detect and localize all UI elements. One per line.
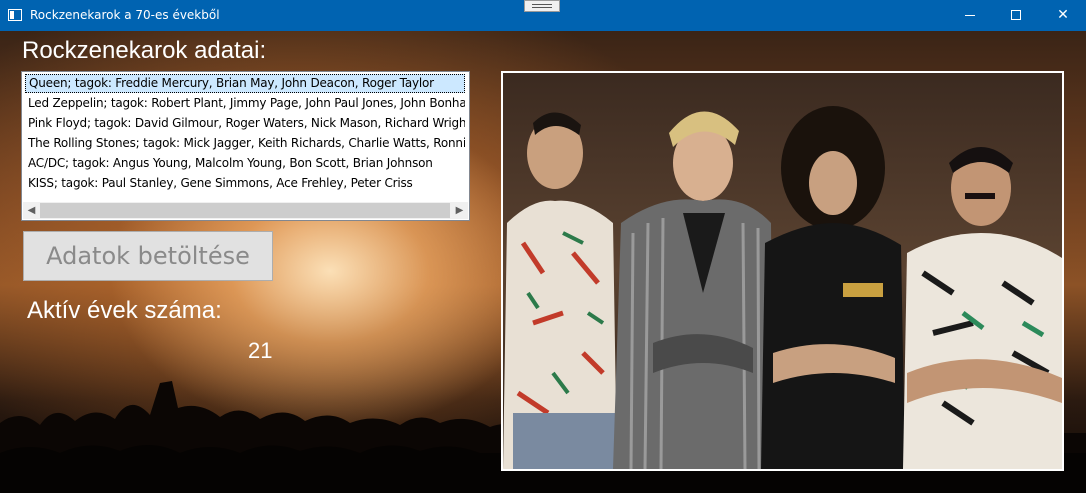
list-item[interactable]: The Rolling Stones; tagok: Mick Jagger, … [25, 134, 465, 153]
band-photo-image [503, 73, 1062, 469]
scrollbar-thumb[interactable] [40, 203, 450, 218]
active-years-label: Aktív évek száma: [27, 297, 222, 324]
horizontal-scrollbar[interactable]: ◀ ▶ [23, 202, 468, 219]
close-button[interactable]: ✕ [1040, 0, 1086, 31]
minimize-button[interactable] [947, 0, 993, 31]
drag-handle[interactable] [524, 0, 560, 12]
active-years-value: 21 [248, 338, 273, 363]
window-title: Rockzenekarok a 70-es évekből [30, 8, 220, 22]
list-item[interactable]: Queen; tagok: Freddie Mercury, Brian May… [25, 74, 465, 93]
list-item[interactable]: AC/DC; tagok: Angus Young, Malcolm Young… [25, 154, 465, 173]
band-listbox[interactable]: Queen; tagok: Freddie Mercury, Brian May… [21, 71, 470, 221]
minimize-icon [965, 15, 975, 16]
maximize-icon [1011, 10, 1021, 20]
page-title: Rockzenekarok adatai: [22, 37, 267, 64]
list-item[interactable]: Pink Floyd; tagok: David Gilmour, Roger … [25, 114, 465, 133]
scroll-right-icon[interactable]: ▶ [451, 202, 468, 219]
band-photo [501, 71, 1064, 471]
app-window-icon [8, 9, 22, 21]
close-icon: ✕ [1057, 7, 1069, 23]
title-bar[interactable]: Rockzenekarok a 70-es évekből ✕ [0, 0, 1086, 31]
maximize-button[interactable] [993, 0, 1039, 31]
list-item[interactable]: Led Zeppelin; tagok: Robert Plant, Jimmy… [25, 94, 465, 113]
scroll-left-icon[interactable]: ◀ [23, 202, 40, 219]
list-item[interactable]: KISS; tagok: Paul Stanley, Gene Simmons,… [25, 174, 465, 193]
load-data-button[interactable]: Adatok betöltése [23, 231, 273, 281]
